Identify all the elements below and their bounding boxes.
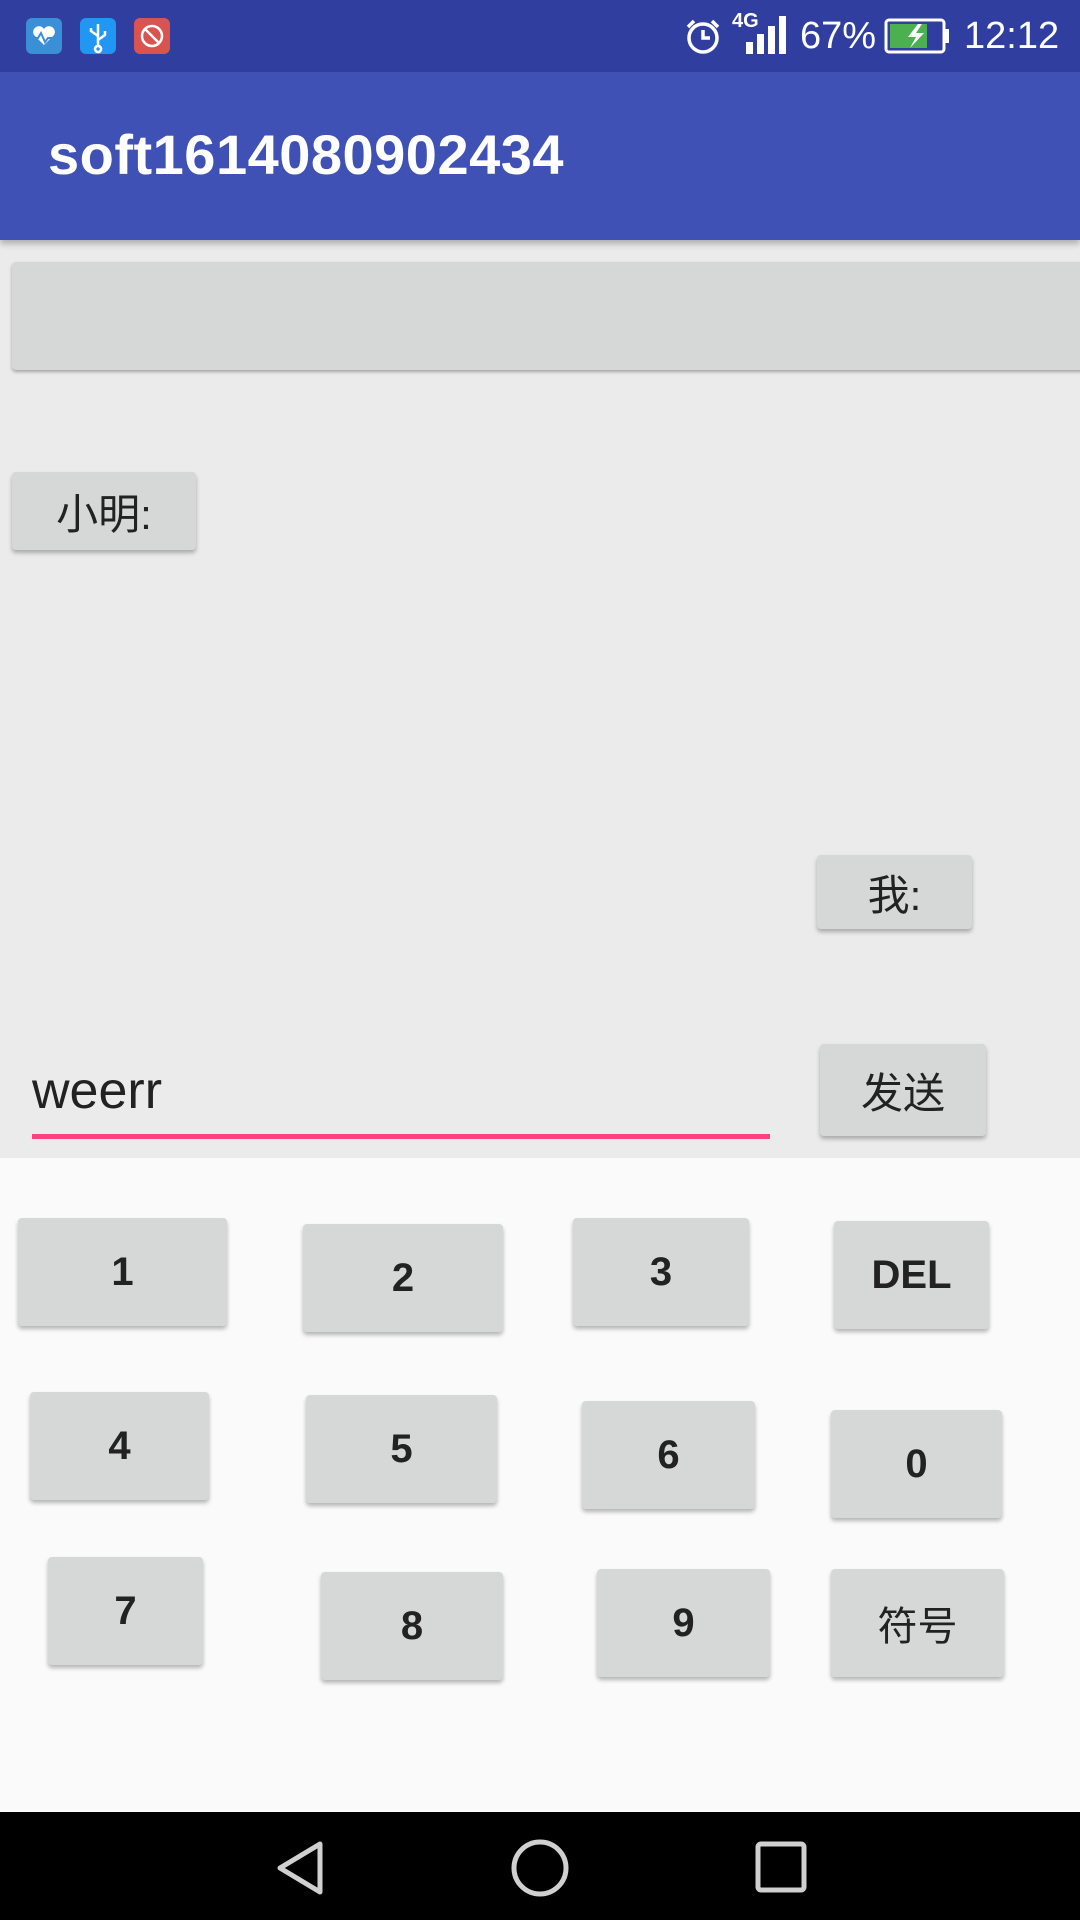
key-3[interactable]: 3 [573,1218,749,1326]
key-label: 2 [391,1255,415,1300]
battery-charging-icon [884,18,949,54]
app-bar: soft1614080902434 [0,72,1080,240]
status-bar: 4G 67% 12:12 [0,0,1080,72]
key-label: 8 [400,1603,424,1648]
usb-icon [80,18,116,54]
me-button[interactable]: 我: [817,855,972,929]
xiaoming-button[interactable]: 小明: [12,472,196,550]
health-app-icon [26,18,62,54]
send-button[interactable]: 发送 [820,1044,986,1136]
blocked-app-icon [134,18,170,54]
app-title: soft1614080902434 [48,123,565,186]
key-0[interactable]: 0 [831,1410,1002,1518]
status-time: 12:12 [964,14,1060,57]
key-8[interactable]: 8 [321,1572,503,1680]
xiaoming-label: 小明: [56,490,152,538]
key-7[interactable]: 7 [48,1557,203,1665]
key-label: 符号 [877,1605,958,1649]
key-label: 6 [657,1432,680,1477]
navigation-bar [0,1812,1080,1920]
me-label: 我: [867,871,922,919]
send-label: 发送 [860,1069,945,1117]
key-symbol[interactable]: 符号 [831,1569,1004,1677]
key-del[interactable]: DEL [834,1221,989,1329]
battery-percent: 67% [800,14,877,57]
key-label: 4 [108,1423,131,1468]
key-label: DEL [871,1252,952,1297]
message-display-box[interactable] [12,262,1080,370]
key-label: 7 [114,1588,137,1633]
key-6[interactable]: 6 [582,1401,755,1509]
key-9[interactable]: 9 [597,1569,770,1677]
key-label: 3 [649,1249,673,1294]
recents-icon[interactable] [752,1838,812,1898]
key-label: 9 [672,1600,695,1645]
alarm-icon [686,19,720,54]
key-label: 0 [905,1441,928,1486]
network-type-label: 4G [732,10,759,32]
message-input[interactable]: weerr [32,1048,770,1139]
home-icon[interactable] [508,1838,572,1898]
key-2[interactable]: 2 [303,1224,503,1332]
key-4[interactable]: 4 [30,1392,209,1500]
back-icon[interactable] [272,1838,332,1898]
key-5[interactable]: 5 [306,1395,497,1503]
key-label: 5 [390,1426,413,1471]
key-label: 1 [111,1249,134,1294]
key-1[interactable]: 1 [18,1218,227,1326]
